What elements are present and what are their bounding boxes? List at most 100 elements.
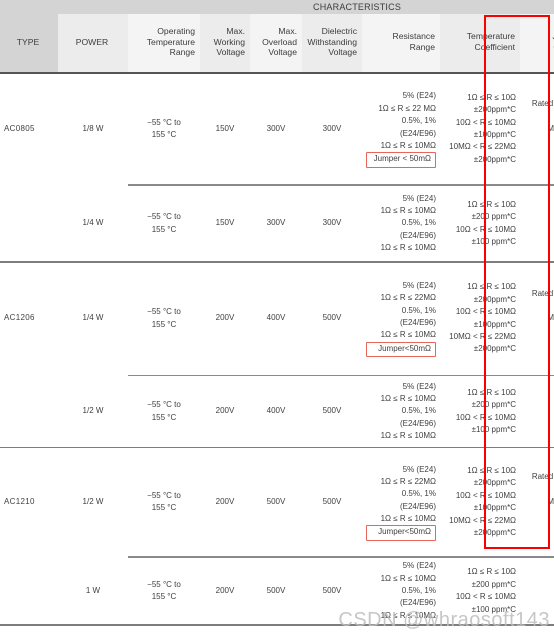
row-jumper-criteria: Rated Current 2AMaximum Current10A [520,448,554,556]
row-max-overload-voltage: 500V [266,496,286,506]
row-jumper-criteria [520,186,554,261]
row-power-value: 1/4 W [82,313,104,323]
header-type-label: TYPE [16,36,40,47]
row-operating-temperature-range-line: −55 °C to [147,400,181,410]
row-temperature-coefficient-line: 10MΩ < R ≤ 22MΩ [449,142,516,152]
row-dielectric-withstanding-voltage: 300V [322,218,342,228]
header-jumper-criteria: Jumper Criteria [520,14,554,72]
row-dielectric-withstanding-voltage: 300V [322,123,342,133]
row-dielectric-withstanding-voltage: 500V [322,406,342,416]
row-type-label [0,186,58,261]
row-temperature-coefficient-line: 10Ω < R ≤ 10MΩ [455,412,516,422]
row-jumper-criteria-line: Maximum [547,313,554,323]
row-separator [0,374,554,377]
row-power-value: 1/2 W [82,406,104,416]
row-operating-temperature-range-line: 155 °C [151,319,177,329]
row-temperature-coefficient: 1Ω ≤ R ≤ 10Ω ±200 ppm*C 10Ω < R ≤ 10MΩ ±100… [440,186,520,261]
row-resistance-range-line: 5% (E24) [402,193,436,203]
row-temperature-coefficient: 1Ω ≤ R ≤ 10Ω ±200ppm*C 10Ω < R ≤ 10MΩ ±100p… [440,448,520,556]
row-operating-temperature-range-line: 155 °C [151,592,177,602]
row-resistance-range-line: 1Ω ≤ R ≤ 10MΩ [380,140,436,150]
header-op-temp-line2: Temperature [146,36,195,47]
row-max-overload-voltage: 400V [266,313,286,323]
header-dielectric-line3: Voltage [328,47,357,58]
row-temperature-coefficient-line: 1Ω ≤ R ≤ 10Ω [467,199,516,209]
row-jumper-criteria-line: Maximum [547,123,554,133]
row-temperature-coefficient-line: 1Ω ≤ R ≤ 10Ω [467,567,516,577]
row-power-value: 1/4 W [82,218,104,228]
row-power-value: 1/8 W [82,123,104,133]
row-separator-rule [0,556,554,558]
table-body: AC0805 1/8 W −55 °C to 155 °C 150V 300V 300V 5%… [0,74,554,626]
row-temperature-coefficient-line: 10Ω < R ≤ 10MΩ [455,490,516,500]
header-group-row: CHARACTERISTICS [0,0,554,14]
header-max-overload-line2: Overload [262,36,297,47]
row-resistance-range-line: 5% (E24) [402,381,436,391]
row-separator-inset [128,374,554,377]
row-operating-temperature-range-line: −55 °C to [147,307,181,317]
row-resistance-range-line: 1Ω ≤ R ≤ 10MΩ [380,573,436,583]
header-dielectric-line2: Withstanding [307,36,357,47]
row-temperature-coefficient-line: 1Ω ≤ R ≤ 10Ω [467,387,516,397]
row-jumper-criteria-line: Rated Current [531,99,554,109]
row-resistance-range-line: 5% (E24) [402,464,436,474]
row-operating-temperature-range-line: −55 °C to [147,212,181,222]
row-resistance-jumper-line: Jumper<50mΩ [366,525,436,541]
header-power-label: POWER [75,36,109,47]
header-max-working-line1: Max. [226,25,245,36]
header-dielectric-withstanding-voltage: Dielectric Withstanding Voltage [302,14,362,72]
header-resistance-range: Resistance Range [362,14,440,72]
row-jumper-criteria-line: Current [524,135,554,147]
row-max-overload-voltage: 300V [266,218,286,228]
row-resistance-range-line: 1Ω ≤ R ≤ 10MΩ [380,514,436,524]
row-temperature-coefficient-line: ±100 ppm*C [471,424,516,434]
table-row: AC1206 1/4 W −55 °C to 155 °C 200V 400V 500V 5%… [0,263,554,375]
row-resistance-range-line: 1Ω ≤ R ≤ 22 MΩ [378,103,436,113]
row-operating-temperature-range-line: 155 °C [151,130,177,139]
row-resistance-range-line: 1Ω ≤ R ≤ 10MΩ [380,205,436,215]
row-resistance-range-line: 0.5%, 1% (E24/E96) [399,218,436,240]
row-temperature-coefficient-line: 10MΩ < R ≤ 22MΩ [449,515,516,525]
row-type-label: AC1210 [4,496,35,506]
datasheet-table-page: CHARACTERISTICS TYPE POWER Operating Tem… [0,0,554,636]
row-jumper-criteria: Rated Current2AMaximum Current5A [520,74,554,184]
header-res-range-line2: Range [409,42,435,52]
row-separator-inset [128,184,554,186]
header-corner-power [58,0,128,14]
row-jumper-criteria-line: 5A [524,148,554,160]
row-temperature-coefficient-line: ±200 ppm*C [471,579,516,589]
row-temperature-coefficient-line: ±200ppm*C [473,344,516,354]
row-jumper-criteria-line: 10A [524,337,554,349]
row-separator [0,556,554,558]
row-operating-temperature-range-line: 155 °C [151,224,177,234]
row-resistance-range: 5% (E24) 1Ω ≤ R ≤ 10MΩ 0.5%, 1% (E24/E96) 1… [362,186,440,261]
row-temperature-coefficient-line: 1Ω ≤ R ≤ 10Ω [467,92,516,102]
row-temperature-coefficient-line: ±200ppm*C [473,294,516,304]
row-resistance-range-line: 0.5%, 1% (E24/E96) [399,305,436,328]
header-max-working-line2: Working [213,36,245,47]
row-temperature-coefficient-line: ±100ppm*C [473,319,516,329]
row-temperature-coefficient-line: 10Ω < R ≤ 10MΩ [455,117,516,127]
row-jumper-criteria-line: Current [524,325,554,337]
specifications-table: CHARACTERISTICS TYPE POWER Operating Tem… [0,0,554,626]
row-temperature-coefficient: 1Ω ≤ R ≤ 10Ω ±200ppm*C 10Ω < R ≤ 10MΩ ±100p… [440,74,520,184]
row-resistance-range-line: 1Ω ≤ R ≤ 22MΩ [380,476,436,486]
row-max-working-voltage: 150V [215,218,235,228]
table-row: 1/4 W −55 °C to 155 °C 150V 300V 300V 5% (E24)… [0,186,554,261]
header-jumper-line1: Jumper [523,31,554,42]
row-separator-rule [0,374,554,377]
row-max-working-voltage: 200V [215,585,235,595]
row-resistance-range-line: 5% (E24) [402,280,436,290]
row-dielectric-withstanding-voltage: 500V [322,313,342,323]
row-resistance-range-line: 0.5%, 1% (E24/E96) [399,585,436,608]
row-jumper-criteria-line: 10A [524,521,554,533]
row-resistance-range-line: 1Ω ≤ R ≤ 22MΩ [380,293,436,303]
row-temperature-coefficient-line: ±200ppm*C [473,478,516,488]
row-dielectric-withstanding-voltage: 500V [322,496,342,506]
row-temperature-coefficient-line: ±100ppm*C [473,503,516,513]
row-jumper-criteria [520,377,554,447]
row-separator-inset [128,556,554,558]
row-temperature-coefficient-line: 1Ω ≤ R ≤ 10Ω [467,466,516,476]
header-temp-coef-line1: Temperature [466,31,515,42]
row-resistance-range-line: 1Ω ≤ R ≤ 10MΩ [380,394,436,403]
